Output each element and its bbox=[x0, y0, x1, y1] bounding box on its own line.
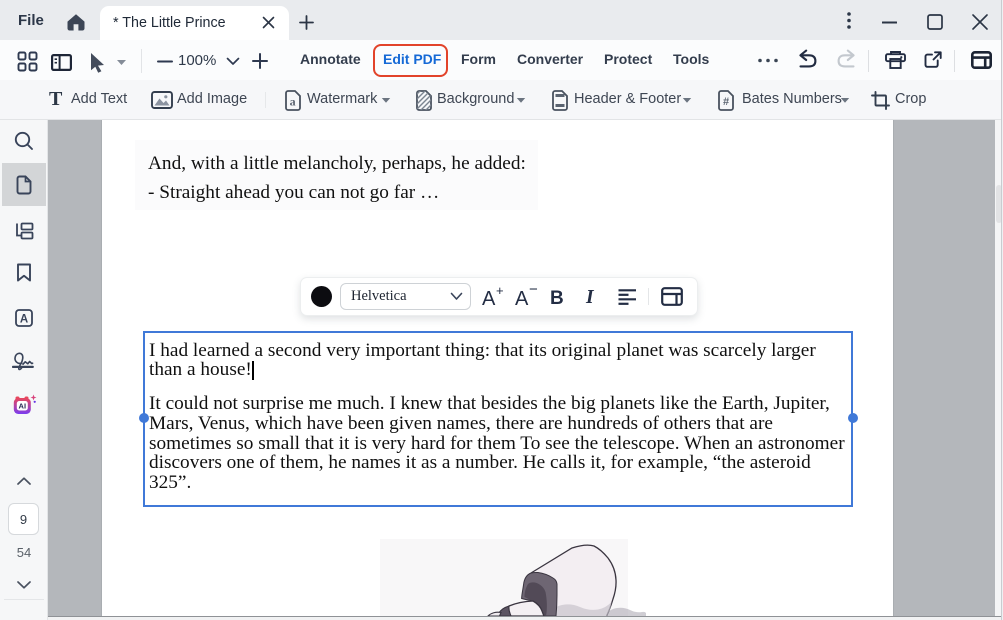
svg-text:AI: AI bbox=[19, 402, 27, 411]
svg-text:A: A bbox=[20, 313, 28, 325]
svg-text:#: # bbox=[723, 96, 729, 108]
svg-text:a: a bbox=[290, 95, 296, 109]
